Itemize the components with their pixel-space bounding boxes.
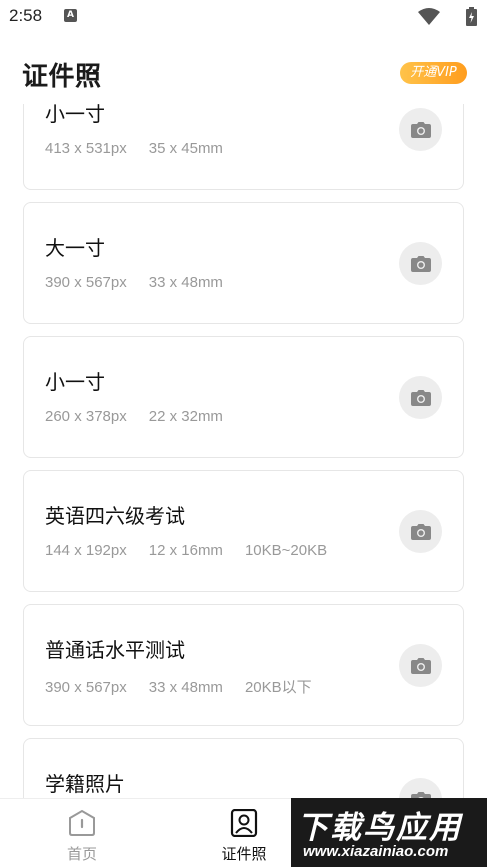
camera-icon [410,523,431,540]
camera-button[interactable] [399,376,442,419]
card-title: 英语四六级考试 [45,504,185,528]
tab-id-photo[interactable]: 证件照 [204,808,284,864]
camera-button[interactable] [399,510,442,553]
card-mm-size: 35 x 45mm [148,140,223,157]
card-title: 小一寸 [45,370,105,394]
open-vip-button[interactable]: 开通VIP [400,62,467,84]
card-specs: 260 x 378px 22 x 32mm [45,408,245,425]
tab-home[interactable]: 首页 [42,809,122,864]
site-watermark: 下载鸟应用 www.xiazainiao.com [291,798,487,867]
card-file-size: 20KB以下 [244,679,312,696]
camera-button[interactable] [399,644,442,687]
status-bar: 2:58 A [0,0,487,34]
watermark-title: 下载鸟应用 [297,810,462,846]
camera-button[interactable] [399,108,442,151]
camera-icon [410,389,431,406]
card-pixel-size: 144 x 192px [45,542,127,559]
photo-size-list[interactable]: 小一寸 413 x 531px 35 x 45mm 大一寸 390 x 567px… [0,104,487,798]
card-specs: 144 x 192px 12 x 16mm 10KB~20KB [45,542,349,559]
card-specs: 390 x 567px 33 x 48mm 20KB以下 [45,676,334,697]
card-mm-size: 33 x 48mm [148,274,223,291]
card-file-size: 10KB~20KB [244,542,328,559]
battery-icon [466,7,477,26]
photo-size-card[interactable]: 英语四六级考试 144 x 192px 12 x 16mm 10KB~20KB [23,470,464,592]
card-mm-size: 33 x 48mm [148,679,223,696]
watermark-url: www.xiazainiao.com [303,843,449,860]
card-pixel-size: 390 x 567px [45,679,127,696]
tab-id-label: 证件照 [221,845,267,863]
photo-size-card[interactable]: 小一寸 260 x 378px 22 x 32mm [23,336,464,458]
card-pixel-size: 260 x 378px [45,408,127,425]
card-specs: 413 x 531px 35 x 45mm [45,140,245,157]
camera-icon [410,121,431,138]
wifi-icon [418,8,440,25]
card-mm-size: 12 x 16mm [148,542,223,559]
card-title: 大一寸 [45,236,105,260]
card-specs: 390 x 567px 33 x 48mm [45,274,245,291]
status-time: 2:58 [9,6,43,25]
card-title: 学籍照片 [45,772,125,796]
card-pixel-size: 390 x 567px [45,274,127,291]
id-portrait-icon [230,808,258,838]
notification-app-icon: A [64,9,77,22]
camera-icon [410,255,431,272]
tab-home-label: 首页 [66,845,97,863]
photo-size-card[interactable]: 普通话水平测试 390 x 567px 33 x 48mm 20KB以下 [23,604,464,726]
card-title: 普通话水平测试 [45,638,185,662]
photo-size-card[interactable]: 大一寸 390 x 567px 33 x 48mm [23,202,464,324]
camera-button[interactable] [399,778,442,798]
photo-size-card[interactable]: 学籍照片 [23,738,464,798]
card-mm-size: 22 x 32mm [148,408,223,425]
camera-button[interactable] [399,242,442,285]
camera-icon [410,657,431,674]
card-title: 小一寸 [45,104,105,126]
photo-size-card[interactable]: 小一寸 413 x 531px 35 x 45mm [23,104,464,190]
page-title: 证件照 [22,62,102,92]
home-info-icon [69,809,95,836]
card-pixel-size: 413 x 531px [45,140,127,157]
app-header: 证件照 开通VIP [0,34,487,104]
